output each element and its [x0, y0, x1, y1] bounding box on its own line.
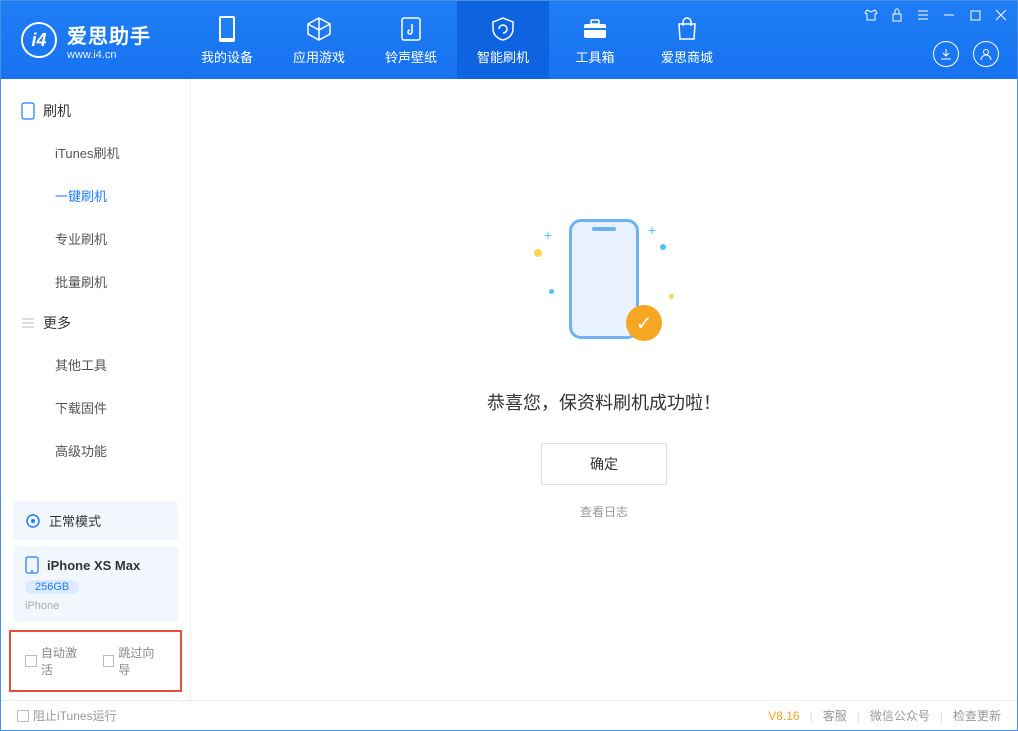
sidebar-item-other-tools[interactable]: 其他工具	[1, 343, 190, 386]
bag-icon	[673, 15, 701, 43]
toolbox-icon	[581, 15, 609, 43]
cube-icon	[305, 15, 333, 43]
sidebar-item-one-click-flash[interactable]: 一键刷机	[1, 174, 190, 217]
close-icon[interactable]	[993, 7, 1009, 23]
footer-link-service[interactable]: 客服	[823, 707, 847, 724]
sidebar-section-flash: 刷机	[1, 91, 190, 131]
section-title: 更多	[43, 313, 71, 333]
tab-apps-games[interactable]: 应用游戏	[273, 1, 365, 79]
logo-text: 爱思助手 www.i4.cn	[67, 20, 151, 61]
checkbox-skip-guide[interactable]: 跳过向导	[103, 644, 167, 678]
tab-label: 工具箱	[575, 47, 614, 66]
sidebar-item-download-firmware[interactable]: 下载固件	[1, 386, 190, 429]
tab-my-device[interactable]: 我的设备	[181, 1, 273, 79]
checkbox-label: 自动激活	[41, 644, 89, 678]
sparkle-icon: +	[544, 227, 552, 243]
phone-icon	[21, 102, 35, 120]
checkbox-row-highlighted: 自动激活 跳过向导	[9, 630, 182, 692]
mode-label: 正常模式	[49, 511, 101, 530]
sidebar-item-advanced[interactable]: 高级功能	[1, 429, 190, 472]
header-actions	[933, 41, 999, 67]
tab-ringtone-wallpaper[interactable]: 铃声壁纸	[365, 1, 457, 79]
tab-label: 我的设备	[201, 47, 253, 66]
shirt-icon[interactable]	[863, 7, 879, 23]
minimize-icon[interactable]	[941, 7, 957, 23]
sparkle-icon: +	[648, 222, 656, 238]
user-icon[interactable]	[973, 41, 999, 67]
sidebar-bottom: 正常模式 iPhone XS Max 256GB iPhone 自动激活 跳过向…	[1, 495, 190, 700]
list-icon	[21, 316, 35, 330]
sidebar: 刷机 iTunes刷机 一键刷机 专业刷机 批量刷机 更多 其他工具 下载固件 …	[1, 79, 191, 700]
device-type: iPhone	[25, 600, 59, 612]
sidebar-item-pro-flash[interactable]: 专业刷机	[1, 217, 190, 260]
footer-link-update[interactable]: 检查更新	[953, 707, 1001, 724]
mode-icon	[25, 513, 41, 529]
logo-area: i4 爱思助手 www.i4.cn	[1, 20, 171, 61]
section-title: 刷机	[43, 101, 71, 121]
app-url: www.i4.cn	[67, 49, 151, 61]
dot-icon	[549, 289, 554, 294]
mode-card[interactable]: 正常模式	[13, 501, 178, 540]
tab-toolbox[interactable]: 工具箱	[549, 1, 641, 79]
sidebar-item-batch-flash[interactable]: 批量刷机	[1, 260, 190, 303]
tab-label: 应用游戏	[293, 47, 345, 66]
version-label: V8.16	[768, 709, 799, 723]
menu-icon[interactable]	[915, 7, 931, 23]
nav-tabs: 我的设备 应用游戏 铃声壁纸 智能刷机 工具箱 爱思商城	[181, 1, 733, 79]
checkbox-label: 阻止iTunes运行	[33, 707, 117, 724]
confirm-button[interactable]: 确定	[541, 443, 667, 485]
app-body: 刷机 iTunes刷机 一键刷机 专业刷机 批量刷机 更多 其他工具 下载固件 …	[1, 79, 1017, 700]
success-illustration: + + ✓	[534, 219, 674, 359]
logo-icon: i4	[21, 22, 57, 58]
view-log-link[interactable]: 查看日志	[580, 503, 628, 520]
checkbox-label: 跳过向导	[118, 644, 166, 678]
tab-smart-flash[interactable]: 智能刷机	[457, 1, 549, 79]
device-card[interactable]: iPhone XS Max 256GB iPhone	[13, 546, 178, 622]
window-controls	[863, 7, 1009, 23]
tab-label: 爱思商城	[661, 47, 713, 66]
dot-icon	[534, 249, 542, 257]
device-icon	[213, 15, 241, 43]
sidebar-item-itunes-flash[interactable]: iTunes刷机	[1, 131, 190, 174]
dot-icon	[669, 294, 674, 299]
app-header: i4 爱思助手 www.i4.cn 我的设备 应用游戏 铃声壁纸 智能刷机 工具…	[1, 1, 1017, 79]
maximize-icon[interactable]	[967, 7, 983, 23]
download-icon[interactable]	[933, 41, 959, 67]
music-file-icon	[397, 15, 425, 43]
success-message: 恭喜您，保资料刷机成功啦！	[487, 389, 721, 415]
check-badge-icon: ✓	[626, 305, 662, 341]
footer-link-wechat[interactable]: 微信公众号	[870, 707, 930, 724]
tab-store[interactable]: 爱思商城	[641, 1, 733, 79]
footer: 阻止iTunes运行 V8.16 | 客服 | 微信公众号 | 检查更新	[1, 700, 1017, 730]
device-name: iPhone XS Max	[47, 558, 140, 573]
device-storage: 256GB	[25, 580, 79, 594]
main-content: + + ✓ 恭喜您，保资料刷机成功啦！ 确定 查看日志	[191, 79, 1017, 700]
lock-icon[interactable]	[889, 7, 905, 23]
checkbox-auto-activate[interactable]: 自动激活	[25, 644, 89, 678]
dot-icon	[660, 244, 666, 250]
checkbox-block-itunes[interactable]: 阻止iTunes运行	[17, 707, 117, 724]
tab-label: 铃声壁纸	[385, 47, 437, 66]
shield-refresh-icon	[489, 15, 517, 43]
sidebar-section-more: 更多	[1, 303, 190, 343]
app-title: 爱思助手	[67, 20, 151, 49]
footer-right: V8.16 | 客服 | 微信公众号 | 检查更新	[768, 707, 1001, 724]
device-phone-icon	[25, 556, 39, 574]
tab-label: 智能刷机	[477, 47, 529, 66]
